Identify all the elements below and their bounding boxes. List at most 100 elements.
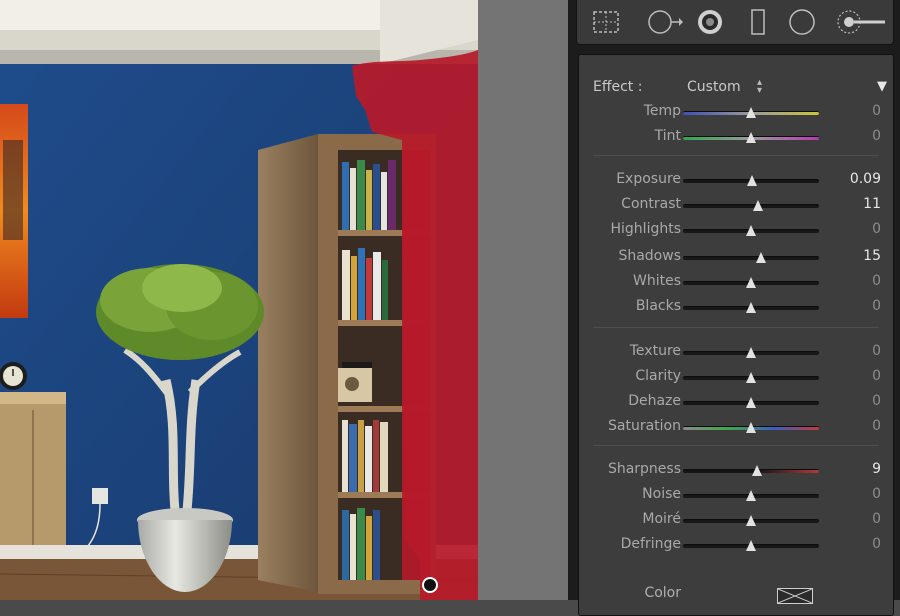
slider-noise[interactable]: Noise 0 <box>579 484 893 506</box>
slider-thumb-clarity[interactable] <box>746 372 756 383</box>
slider-label-exposure: Exposure <box>616 171 681 187</box>
slider-track-highlights[interactable] <box>683 225 819 236</box>
slider-dehaze[interactable]: Dehaze 0 <box>579 391 893 413</box>
local-adjustments-sheet: Effect : Custom ▴ ▾ ▼ Temp 0 Tint 0 Exposure 0… <box>578 54 894 616</box>
slider-label-moir: Moiré <box>642 511 681 527</box>
slider-label-whites: Whites <box>632 273 681 289</box>
slider-track-noise[interactable] <box>683 490 819 501</box>
slider-texture[interactable]: Texture 0 <box>579 341 893 363</box>
photo-image <box>0 0 478 600</box>
slider-value-saturation[interactable]: 0 <box>872 418 881 434</box>
slider-track-tint[interactable] <box>683 132 819 143</box>
slider-value-texture[interactable]: 0 <box>872 343 881 359</box>
slider-value-blacks[interactable]: 0 <box>872 298 881 314</box>
slider-label-saturation: Saturation <box>608 418 681 434</box>
triangle-down-icon[interactable]: ▼ <box>877 79 887 94</box>
spot-removal-icon[interactable] <box>645 8 685 36</box>
color-label: Color <box>644 585 681 601</box>
slider-value-noise[interactable]: 0 <box>872 486 881 502</box>
slider-thumb-shadows[interactable] <box>756 252 767 263</box>
group-divider <box>593 155 879 156</box>
effect-label: Effect : <box>593 79 643 95</box>
slider-value-moir[interactable]: 0 <box>872 511 881 527</box>
slider-label-noise: Noise <box>642 486 681 502</box>
graduated-filter-icon[interactable] <box>743 8 773 36</box>
slider-track-defringe[interactable] <box>683 540 819 551</box>
slider-label-clarity: Clarity <box>635 368 681 384</box>
slider-value-exposure[interactable]: 0.09 <box>850 171 881 187</box>
group-divider <box>593 445 879 446</box>
slider-label-contrast: Contrast <box>621 196 681 212</box>
slider-saturation[interactable]: Saturation 0 <box>579 416 893 438</box>
slider-track-temp[interactable] <box>683 107 819 118</box>
effect-preset-dropdown[interactable]: Custom <box>687 79 741 95</box>
slider-track-exposure[interactable] <box>683 175 819 186</box>
slider-track-shadows[interactable] <box>683 252 819 263</box>
slider-value-temp[interactable]: 0 <box>872 103 881 119</box>
slider-label-defringe: Defringe <box>620 536 681 552</box>
up-down-stepper-icon[interactable]: ▴ ▾ <box>757 78 762 96</box>
slider-thumb-whites[interactable] <box>746 277 756 288</box>
slider-clarity[interactable]: Clarity 0 <box>579 366 893 388</box>
slider-label-shadows: Shadows <box>618 248 681 264</box>
slider-label-sharpness: Sharpness <box>607 461 681 477</box>
no-color-swatch-icon[interactable] <box>777 588 813 604</box>
slider-thumb-tint[interactable] <box>746 132 756 143</box>
slider-moir[interactable]: Moiré 0 <box>579 509 893 531</box>
slider-track-texture[interactable] <box>683 347 819 358</box>
slider-value-highlights[interactable]: 0 <box>872 221 881 237</box>
slider-label-tint: Tint <box>654 128 681 144</box>
slider-thumb-dehaze[interactable] <box>746 397 756 408</box>
slider-tint[interactable]: Tint 0 <box>579 126 893 148</box>
slider-highlights[interactable]: Highlights 0 <box>579 219 893 241</box>
slider-value-defringe[interactable]: 0 <box>872 536 881 552</box>
slider-track-blacks[interactable] <box>683 302 819 313</box>
adjustment-brush-icon[interactable] <box>833 8 889 36</box>
slider-thumb-sharpness[interactable] <box>752 465 763 476</box>
slider-value-shadows[interactable]: 15 <box>863 248 881 264</box>
slider-sharpness[interactable]: Sharpness 9 <box>579 459 893 481</box>
slider-label-texture: Texture <box>629 343 681 359</box>
slider-value-dehaze[interactable]: 0 <box>872 393 881 409</box>
group-divider <box>593 327 879 328</box>
slider-shadows[interactable]: Shadows 15 <box>579 246 893 268</box>
slider-blacks[interactable]: Blacks 0 <box>579 296 893 318</box>
slider-thumb-moir[interactable] <box>746 515 756 526</box>
slider-track-whites[interactable] <box>683 277 819 288</box>
slider-track-sharpness[interactable] <box>683 465 819 476</box>
slider-thumb-exposure[interactable] <box>747 175 758 186</box>
slider-defringe[interactable]: Defringe 0 <box>579 534 893 556</box>
slider-thumb-defringe[interactable] <box>746 540 756 551</box>
slider-thumb-noise[interactable] <box>746 490 756 501</box>
slider-thumb-highlights[interactable] <box>746 225 756 236</box>
slider-label-temp: Temp <box>643 103 681 119</box>
slider-track-moir[interactable] <box>683 515 819 526</box>
slider-thumb-saturation[interactable] <box>746 422 756 433</box>
photo-canvas[interactable] <box>0 0 478 600</box>
slider-label-blacks: Blacks <box>635 298 681 314</box>
slider-exposure[interactable]: Exposure 0.09 <box>579 169 893 191</box>
slider-value-clarity[interactable]: 0 <box>872 368 881 384</box>
color-row: Color <box>579 583 893 605</box>
slider-label-highlights: Highlights <box>610 221 682 237</box>
red-eye-icon[interactable] <box>695 8 725 36</box>
slider-track-dehaze[interactable] <box>683 397 819 408</box>
slider-thumb-blacks[interactable] <box>746 302 756 313</box>
slider-value-contrast[interactable]: 11 <box>863 196 881 212</box>
slider-track-contrast[interactable] <box>683 200 819 211</box>
radial-filter-icon[interactable] <box>787 8 817 36</box>
slider-value-sharpness[interactable]: 9 <box>872 461 881 477</box>
canvas-gutter <box>478 0 568 600</box>
slider-value-whites[interactable]: 0 <box>872 273 881 289</box>
slider-thumb-contrast[interactable] <box>753 200 764 211</box>
slider-thumb-temp[interactable] <box>746 107 756 118</box>
slider-temp[interactable]: Temp 0 <box>579 101 893 123</box>
slider-contrast[interactable]: Contrast 11 <box>579 194 893 216</box>
slider-track-saturation[interactable] <box>683 422 819 433</box>
slider-thumb-texture[interactable] <box>746 347 756 358</box>
crop-overlay-icon[interactable] <box>591 8 621 36</box>
slider-label-dehaze: Dehaze <box>628 393 681 409</box>
slider-whites[interactable]: Whites 0 <box>579 271 893 293</box>
slider-value-tint[interactable]: 0 <box>872 128 881 144</box>
slider-track-clarity[interactable] <box>683 372 819 383</box>
